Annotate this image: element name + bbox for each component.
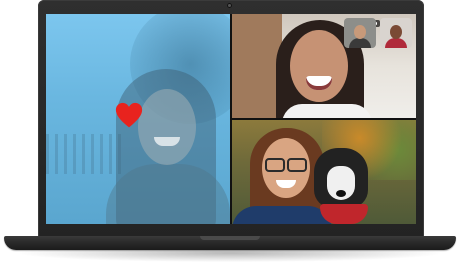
- avatar: [349, 38, 371, 48]
- participant-tile-speaking[interactable]: [232, 14, 416, 118]
- dog-bandana: [320, 204, 368, 224]
- laptop-hinge-notch: [200, 236, 260, 240]
- participant-tile-with-dog[interactable]: [232, 120, 416, 224]
- self-view-thumbnail[interactable]: [344, 18, 376, 48]
- background-fence: [46, 134, 126, 174]
- participant-tile-reacting[interactable]: [46, 14, 230, 224]
- laptop-base: [4, 236, 456, 250]
- dog-nose: [336, 190, 346, 197]
- participant-face: [290, 30, 348, 102]
- participant-shirt: [232, 206, 332, 224]
- participant-face: [138, 89, 196, 165]
- avatar-face: [390, 25, 402, 39]
- avatar: [385, 38, 407, 48]
- avatar-face: [354, 25, 366, 39]
- glasses: [265, 158, 307, 172]
- participant-thumbnail[interactable]: [380, 18, 412, 48]
- participant-shirt: [282, 104, 372, 118]
- video-call-screen: [46, 14, 416, 224]
- heart-icon: [115, 102, 143, 128]
- laptop-lid: [38, 0, 424, 238]
- background-wall: [232, 14, 282, 118]
- webcam-icon: [227, 3, 232, 8]
